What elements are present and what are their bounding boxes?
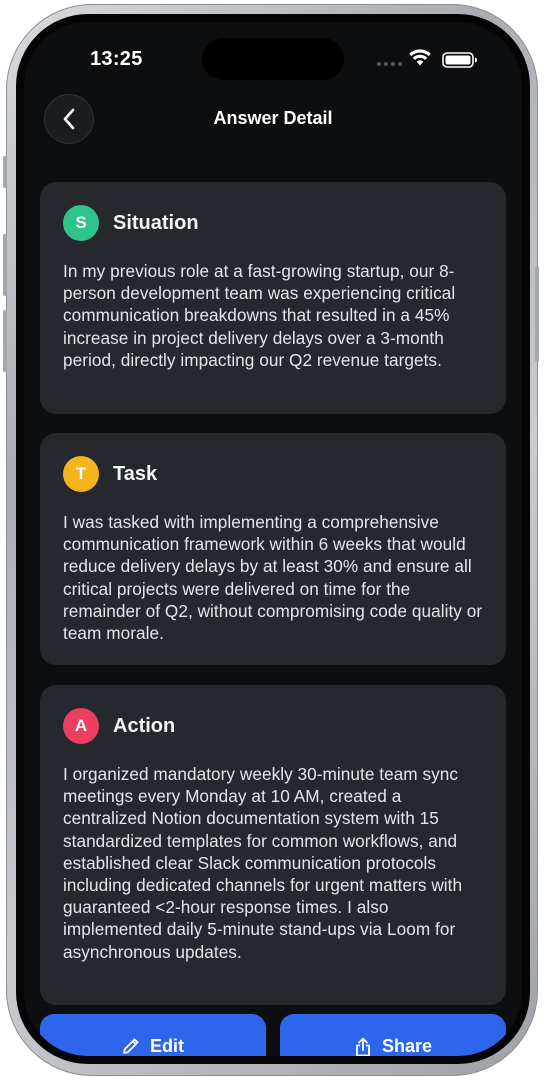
- navigation-bar: Answer Detail: [24, 92, 522, 148]
- status-bar: 13:25: [24, 22, 522, 92]
- cellular-signal-icon: [377, 62, 403, 68]
- battery-icon: [442, 52, 477, 68]
- situation-title: Situation: [113, 211, 199, 234]
- dynamic-island: [202, 38, 344, 80]
- page-title: Answer Detail: [213, 108, 333, 128]
- action-title: Action: [113, 714, 176, 737]
- edit-button[interactable]: Edit: [40, 1014, 266, 1056]
- share-icon: [356, 1037, 370, 1056]
- edit-label: Edit: [150, 1036, 184, 1056]
- volume-down-button: [3, 310, 7, 372]
- wifi-icon: [409, 49, 431, 66]
- share-button[interactable]: Share: [280, 1014, 506, 1056]
- task-badge: T: [63, 456, 99, 492]
- task-header: T Task: [63, 455, 484, 493]
- action-card: A Action I organized mandatory weekly 30…: [40, 685, 506, 1005]
- app-screen: 13:25 Answer Detail S Situation In my pr…: [24, 22, 522, 1056]
- situation-header: S Situation: [63, 204, 484, 242]
- situation-card: S Situation In my previous role at a fas…: [40, 182, 506, 414]
- pencil-icon: [123, 1038, 139, 1054]
- task-text: I was tasked with implementing a compreh…: [63, 512, 483, 644]
- share-label: Share: [381, 1036, 433, 1056]
- action-text: I organized mandatory weekly 30-minute t…: [63, 764, 463, 962]
- action-button: [3, 156, 7, 188]
- task-title: Task: [113, 462, 158, 485]
- action-bar: Edit Share: [40, 1014, 506, 1056]
- situation-badge: S: [63, 205, 99, 241]
- status-time: 13:25: [90, 48, 143, 70]
- volume-up-button: [3, 234, 7, 296]
- action-header: A Action: [63, 707, 484, 745]
- situation-text: In my previous role at a fast-growing st…: [63, 261, 456, 370]
- power-button: [535, 266, 539, 362]
- task-card: T Task I was tasked with implementing a …: [40, 433, 506, 665]
- action-badge: A: [63, 708, 99, 744]
